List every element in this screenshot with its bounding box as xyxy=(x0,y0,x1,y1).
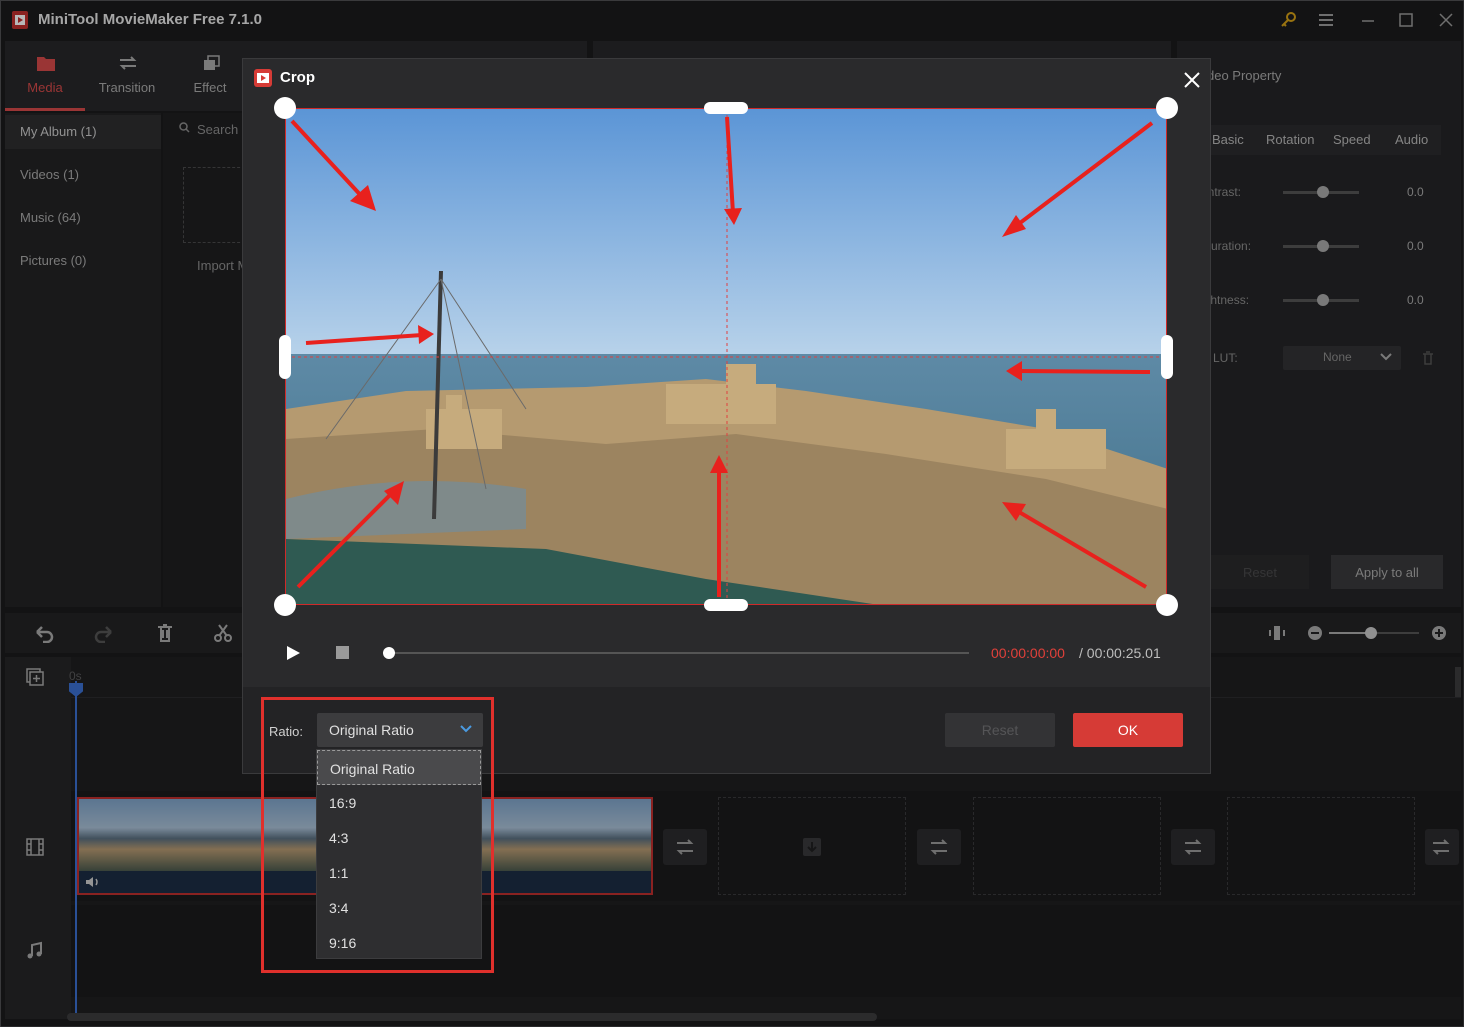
app-logo-icon xyxy=(253,68,273,88)
seek-knob[interactable] xyxy=(383,647,395,659)
crop-handle-bottom-right[interactable] xyxy=(1156,594,1178,616)
total-time: / 00:00:25.01 xyxy=(1079,645,1161,661)
crop-dialog-title: Crop xyxy=(280,69,315,86)
crop-handle-top-right[interactable] xyxy=(1156,97,1178,119)
close-icon[interactable] xyxy=(1181,69,1203,91)
crop-handle-bottom[interactable] xyxy=(704,599,748,611)
crop-handle-left[interactable] xyxy=(279,335,291,379)
playback-controls: 00:00:00:00 / 00:00:25.01 xyxy=(243,629,1210,675)
current-time: 00:00:00:00 xyxy=(991,645,1065,661)
ok-button[interactable]: OK xyxy=(1073,713,1183,747)
crop-dialog: Crop 00:00:00:00 / 00:00:25.01 Ratio: Or… xyxy=(242,58,1211,774)
annotation-highlight-box xyxy=(261,697,494,973)
app-window: MiniTool MovieMaker Free 7.1.0 Media Tra… xyxy=(0,0,1464,1027)
crop-handle-top-left[interactable] xyxy=(274,97,296,119)
reset-button[interactable]: Reset xyxy=(945,713,1055,747)
play-icon[interactable] xyxy=(283,644,303,662)
crop-handle-right[interactable] xyxy=(1161,335,1173,379)
seek-bar[interactable] xyxy=(383,647,969,659)
crop-handle-top[interactable] xyxy=(704,102,748,114)
crop-handle-bottom-left[interactable] xyxy=(274,594,296,616)
stop-icon[interactable] xyxy=(336,646,349,659)
video-preview[interactable] xyxy=(285,108,1167,605)
